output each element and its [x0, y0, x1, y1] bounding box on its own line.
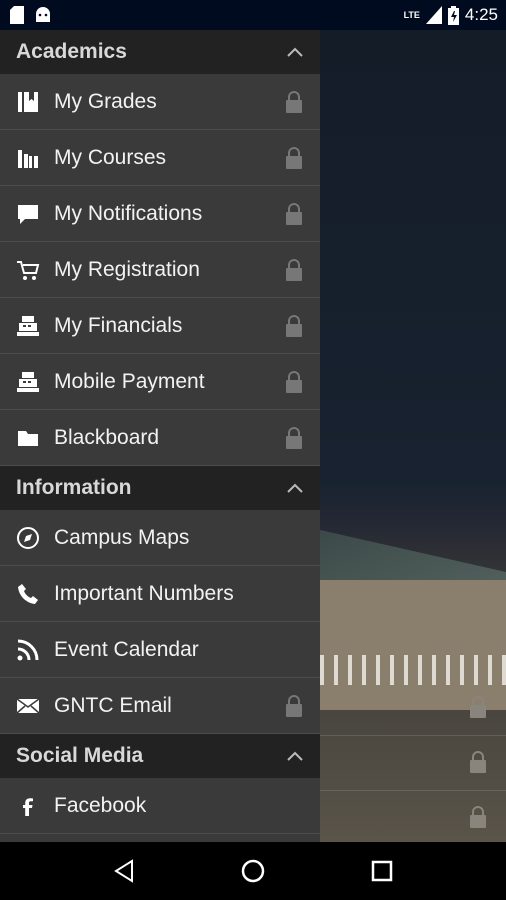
facebook-icon: [14, 792, 42, 820]
menu-item-label: Blackboard: [54, 425, 160, 449]
menu-item-label: GNTC Email: [54, 693, 172, 717]
menu-item-label: My Courses: [54, 145, 167, 169]
cart-icon: [14, 256, 42, 284]
system-nav-bar: [0, 842, 506, 900]
menu-item-my-financials[interactable]: My Financials: [0, 298, 320, 354]
chat-bubble-icon: [14, 200, 42, 228]
menu-item-label: Important Numbers: [54, 581, 234, 605]
battery-icon: [447, 5, 459, 25]
menu-item-label: My Notifications: [54, 201, 203, 225]
menu-item-label: My Grades: [54, 89, 157, 113]
menu-item-label: Event Calendar: [54, 637, 199, 661]
menu-item-campus-maps[interactable]: Campus Maps: [0, 510, 320, 566]
section-header-social-media[interactable]: Social Media: [0, 734, 320, 778]
status-time: 4:25: [464, 5, 498, 24]
menu-item-mobile-payment[interactable]: Mobile Payment: [0, 354, 320, 410]
recents-icon[interactable]: [371, 860, 393, 882]
lock-icon: [286, 147, 302, 169]
lock-icon: [286, 91, 302, 113]
chevron-up-icon[interactable]: [286, 482, 304, 494]
menu-item-label: Mobile Payment: [54, 369, 205, 393]
lock-icon: [286, 371, 302, 393]
section-title: Academics: [16, 40, 127, 63]
section-header-academics[interactable]: Academics: [0, 30, 320, 74]
status-bar: LTE 4:25: [0, 0, 506, 30]
back-icon[interactable]: [113, 859, 135, 883]
menu-item-label: Campus Maps: [54, 525, 190, 549]
folder-icon: [14, 424, 42, 452]
lock-icon: [286, 259, 302, 281]
rss-icon: [14, 636, 42, 664]
section-title: Social Media: [16, 744, 144, 767]
lock-icon: [470, 751, 486, 773]
cash-register-icon: [14, 368, 42, 396]
chevron-up-icon[interactable]: [286, 46, 304, 58]
background-row: [320, 790, 506, 846]
lock-icon: [470, 696, 486, 718]
section-header-information[interactable]: Information: [0, 466, 320, 510]
book-icon: [14, 88, 42, 116]
menu-item-my-grades[interactable]: My Grades: [0, 74, 320, 130]
section-title: Information: [16, 476, 132, 499]
menu-item-event-calendar[interactable]: Event Calendar: [0, 622, 320, 678]
home-icon[interactable]: [240, 858, 266, 884]
menu-item-gntc-email[interactable]: GNTC Email: [0, 678, 320, 734]
books-icon: [14, 144, 42, 172]
lock-icon: [470, 806, 486, 828]
compass-icon: [14, 524, 42, 552]
menu-item-my-notifications[interactable]: My Notifications: [0, 186, 320, 242]
menu-item-blackboard[interactable]: Blackboard: [0, 410, 320, 466]
lock-icon: [286, 427, 302, 449]
background-row: [320, 680, 506, 736]
menu-item-important-numbers[interactable]: Important Numbers: [0, 566, 320, 622]
network-type: LTE: [403, 10, 420, 20]
menu-item-my-courses[interactable]: My Courses: [0, 130, 320, 186]
navigation-drawer: Academics My Grades My Courses My Notifi…: [0, 30, 320, 842]
signal-icon: [425, 6, 442, 24]
android-icon: [36, 7, 50, 22]
lock-icon: [286, 695, 302, 717]
menu-item-facebook[interactable]: Facebook: [0, 778, 320, 834]
lock-icon: [286, 203, 302, 225]
cash-register-icon: [14, 312, 42, 340]
sd-card-icon: [10, 6, 24, 24]
menu-item-label: My Financials: [54, 313, 183, 337]
background-row: [320, 735, 506, 791]
chevron-up-icon[interactable]: [286, 750, 304, 762]
envelope-icon: [14, 692, 42, 720]
lock-icon: [286, 315, 302, 337]
menu-item-my-registration[interactable]: My Registration: [0, 242, 320, 298]
phone-icon: [14, 580, 42, 608]
menu-item-label: Facebook: [54, 793, 147, 817]
menu-item-label: My Registration: [54, 257, 200, 281]
